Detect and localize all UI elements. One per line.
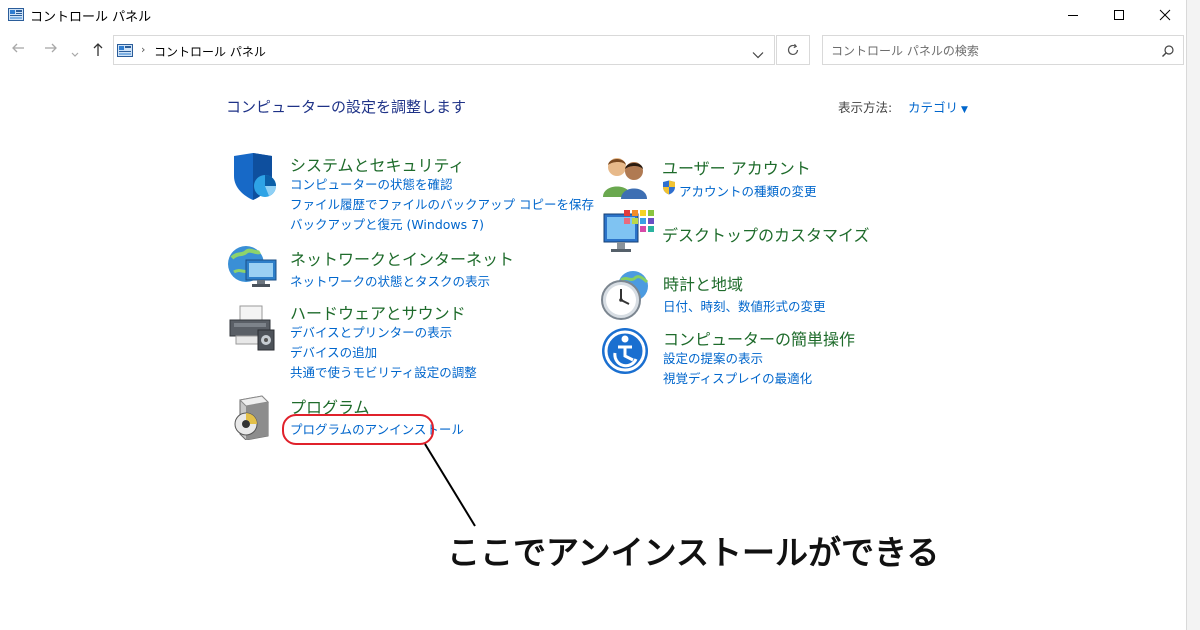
annotation-text: ここでアンインストールができる [447,533,940,572]
control-panel-window: コントロール パネル › コントロール パネル コントロール パネルの検索 コン… [0,0,1186,630]
background-window-edge [1186,0,1200,630]
